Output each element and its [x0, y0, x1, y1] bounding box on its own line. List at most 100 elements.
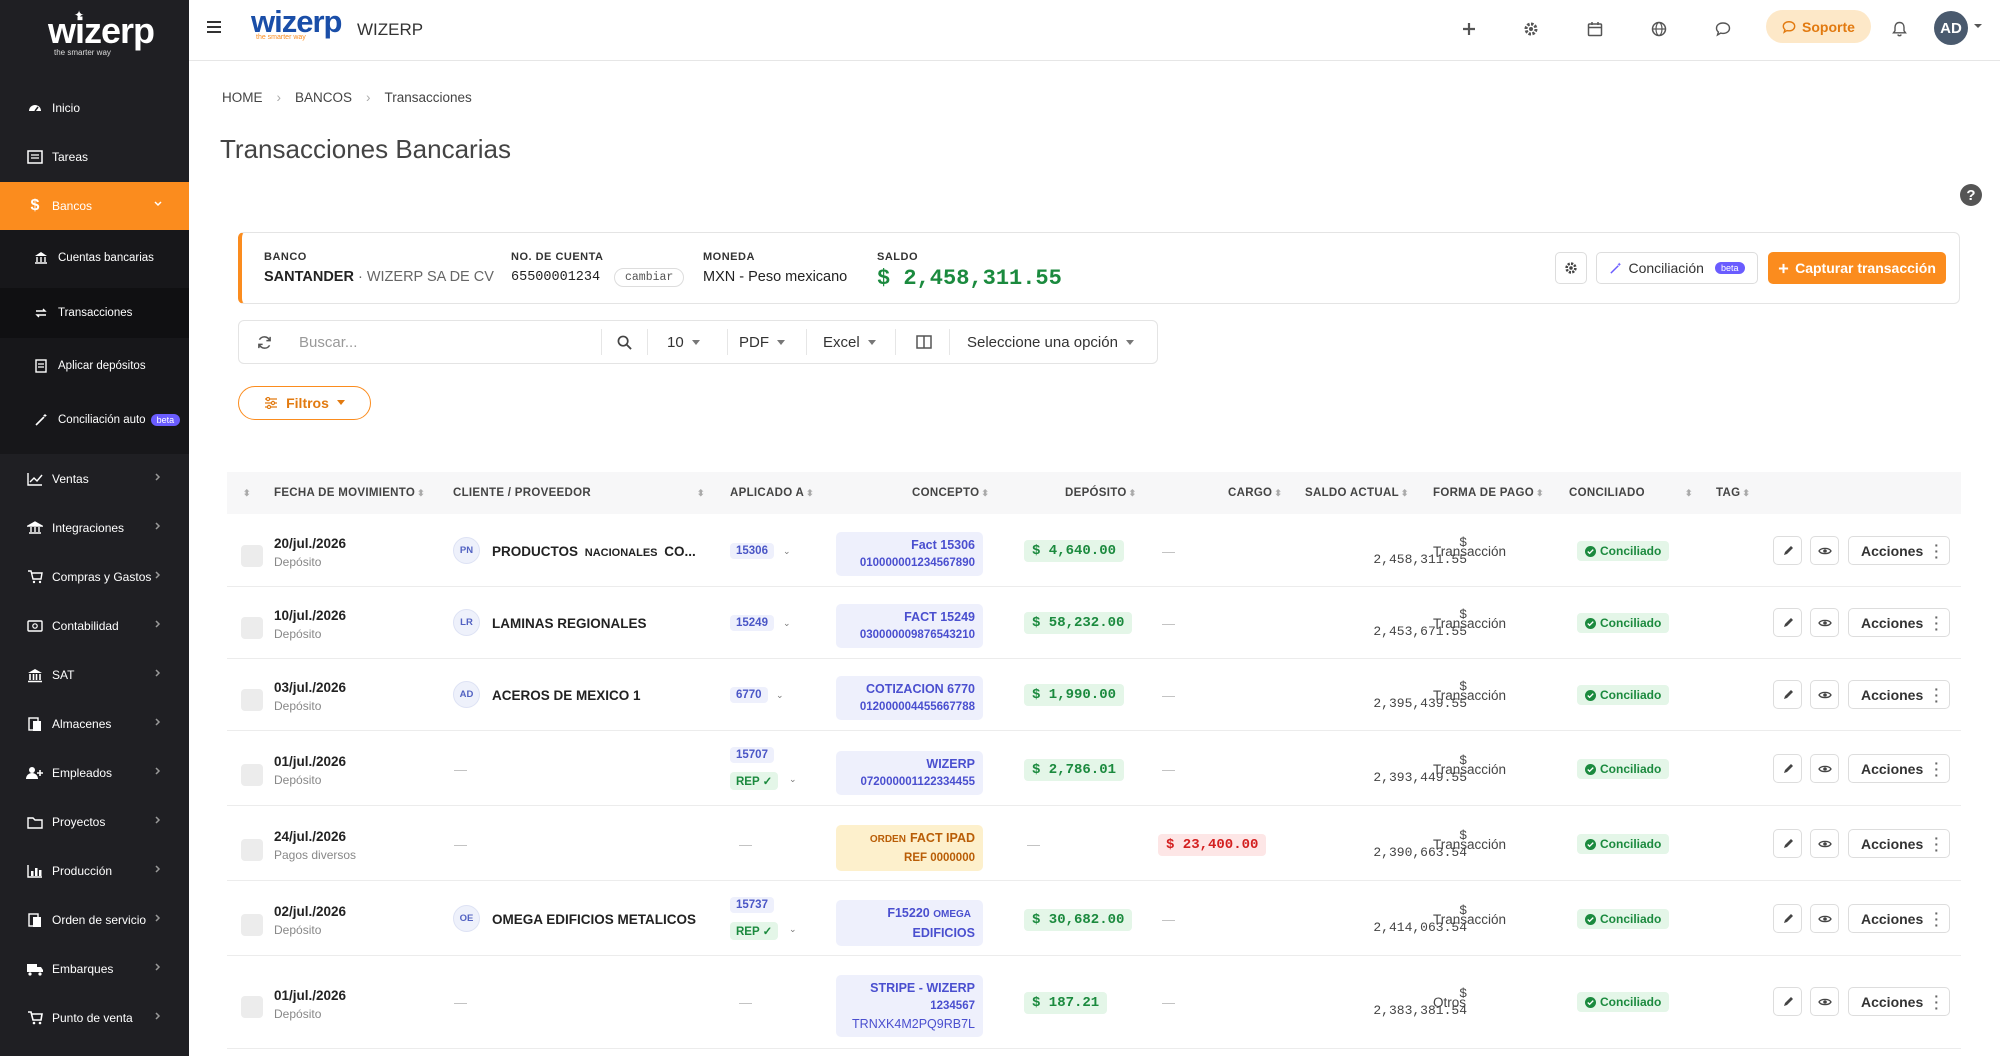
acciones-button[interactable]: Acciones · · ·: [1848, 754, 1950, 783]
edit-button[interactable]: [1773, 987, 1802, 1016]
view-button[interactable]: [1810, 987, 1839, 1016]
chevron-down-icon[interactable]: ⌄: [783, 618, 791, 629]
sidebar-subitem-aplicar[interactable]: Aplicar depósitos: [0, 342, 189, 390]
acciones-button[interactable]: Acciones · · ·: [1848, 608, 1950, 637]
sidebar-logo[interactable]: ✦ wizerp the smarter way: [0, 0, 189, 92]
breadcrumb-bancos[interactable]: BANCOS: [295, 90, 352, 105]
applied-badge[interactable]: 15249: [730, 615, 774, 631]
col-fecha[interactable]: FECHA DE MOVIMIENTO ⬍: [274, 487, 425, 499]
chevron-down-icon[interactable]: ⌄: [789, 774, 797, 785]
client-name[interactable]: ACEROS DE MEXICO 1: [492, 688, 641, 703]
edit-button[interactable]: [1773, 904, 1802, 933]
chevron-down-icon[interactable]: [1973, 22, 1983, 30]
col-forma[interactable]: FORMA DE PAGO ⬍: [1433, 487, 1544, 499]
sidebar-item-produccion[interactable]: Producción: [0, 847, 189, 895]
page-size-select[interactable]: 10: [667, 321, 700, 363]
sort-icon[interactable]: ⬍: [1683, 487, 1693, 499]
client-name[interactable]: PRODUCTOS NACIONALES CO...: [492, 544, 696, 559]
col-aplicado[interactable]: APLICADO A ⬍: [730, 487, 814, 499]
view-button[interactable]: [1810, 829, 1839, 858]
sidebar-subitem-cuentas[interactable]: Cuentas bancarias: [0, 234, 189, 282]
support-button[interactable]: Soporte: [1766, 10, 1871, 43]
view-button[interactable]: [1810, 680, 1839, 709]
columns-icon[interactable]: [916, 321, 932, 363]
sidebar-item-empleados[interactable]: Empleados: [0, 749, 189, 797]
table-row[interactable]: 01/jul./2026 Depósito — — STRIPE - WIZER…: [227, 956, 1961, 1049]
row-checkbox[interactable]: [241, 996, 263, 1018]
sidebar-item-integraciones[interactable]: Integraciones: [0, 504, 189, 552]
chevron-down-icon[interactable]: ⌄: [783, 546, 791, 557]
acciones-button[interactable]: Acciones · · ·: [1848, 680, 1950, 709]
sidebar-item-compras[interactable]: Compras y Gastos: [0, 553, 189, 601]
row-checkbox[interactable]: [241, 914, 263, 936]
hamburger-menu-icon[interactable]: [207, 21, 221, 33]
client-name[interactable]: LAMINAS REGIONALES: [492, 616, 647, 631]
acciones-button[interactable]: Acciones · · ·: [1848, 829, 1950, 858]
row-checkbox[interactable]: [241, 617, 263, 639]
sidebar-item-embarques[interactable]: Embarques: [0, 945, 189, 993]
row-checkbox[interactable]: [241, 689, 263, 711]
applied-badge[interactable]: 15306: [730, 543, 774, 559]
sidebar-item-bancos[interactable]: $ Bancos: [0, 182, 189, 230]
table-row[interactable]: 10/jul./2026 Depósito LR LAMINAS REGIONA…: [227, 587, 1961, 659]
applied-badge[interactable]: 15707: [730, 747, 774, 763]
avatar[interactable]: AD: [1934, 11, 1968, 45]
sidebar-item-orden-servicio[interactable]: Orden de servicio: [0, 896, 189, 944]
search-input[interactable]: [299, 329, 589, 355]
plus-icon[interactable]: [1457, 17, 1481, 41]
sidebar-item-contabilidad[interactable]: Contabilidad: [0, 602, 189, 650]
col-tag[interactable]: TAG ⬍: [1716, 487, 1750, 499]
sidebar-item-tareas[interactable]: Tareas: [0, 133, 189, 181]
sidebar-subitem-conciliacion[interactable]: Conciliación auto beta: [0, 396, 189, 444]
col-conciliado[interactable]: CONCILIADO: [1569, 487, 1645, 499]
help-icon[interactable]: ?: [1959, 183, 1983, 207]
settings-button[interactable]: [1555, 252, 1587, 284]
acciones-button[interactable]: Acciones · · ·: [1848, 904, 1950, 933]
col-saldo[interactable]: SALDO ACTUAL ⬍: [1305, 487, 1409, 499]
chevron-down-icon[interactable]: ⌄: [789, 924, 797, 935]
col-concepto[interactable]: CONCEPTO ⬍: [912, 487, 989, 499]
applied-badge[interactable]: 6770: [730, 687, 768, 703]
table-row[interactable]: 02/jul./2026 Depósito OE OMEGA EDIFICIOS…: [227, 881, 1961, 956]
sidebar-item-punto-venta[interactable]: Punto de venta: [0, 994, 189, 1042]
gear-icon[interactable]: [1519, 17, 1543, 41]
rep-badge[interactable]: REP ✓: [730, 922, 779, 940]
globe-icon[interactable]: [1647, 17, 1671, 41]
sidebar-item-sat[interactable]: SAT: [0, 651, 189, 699]
calendar-icon[interactable]: [1583, 17, 1607, 41]
filtros-button[interactable]: Filtros: [238, 386, 371, 420]
excel-export-button[interactable]: Excel: [823, 321, 876, 363]
client-name[interactable]: OMEGA EDIFICIOS METALICOS: [492, 912, 696, 927]
capturar-transaccion-button[interactable]: Capturar transacción: [1768, 252, 1946, 284]
breadcrumb-home[interactable]: HOME: [222, 90, 263, 105]
pdf-export-button[interactable]: PDF: [739, 321, 785, 363]
conciliacion-button[interactable]: Conciliación beta: [1596, 252, 1758, 284]
sidebar-item-ventas[interactable]: Ventas: [0, 455, 189, 503]
chat-icon[interactable]: [1711, 17, 1735, 41]
col-cargo[interactable]: CARGO ⬍: [1228, 487, 1282, 499]
edit-button[interactable]: [1773, 754, 1802, 783]
acciones-button[interactable]: Acciones · · ·: [1848, 987, 1950, 1016]
view-button[interactable]: [1810, 536, 1839, 565]
sort-icon[interactable]: ⬍: [695, 487, 705, 499]
col-cliente[interactable]: CLIENTE / PROVEEDOR: [453, 487, 591, 499]
table-row[interactable]: 20/jul./2026 Depósito PN PRODUCTOS NACIO…: [227, 515, 1961, 587]
view-button[interactable]: [1810, 754, 1839, 783]
row-checkbox[interactable]: [241, 839, 263, 861]
bell-icon[interactable]: [1887, 17, 1911, 41]
edit-button[interactable]: [1773, 829, 1802, 858]
row-checkbox[interactable]: [241, 545, 263, 567]
chevron-down-icon[interactable]: ⌄: [776, 690, 784, 701]
sidebar-item-inicio[interactable]: Inicio: [0, 84, 189, 132]
acciones-button[interactable]: Acciones · · ·: [1848, 536, 1950, 565]
view-button[interactable]: [1810, 608, 1839, 637]
edit-button[interactable]: [1773, 536, 1802, 565]
applied-badge[interactable]: 15737: [730, 897, 774, 913]
sidebar-subitem-transacciones[interactable]: Transacciones: [0, 288, 189, 338]
rep-badge[interactable]: REP ✓: [730, 772, 779, 790]
sort-icon[interactable]: ⬍: [241, 487, 251, 499]
table-row[interactable]: 03/jul./2026 Depósito AD ACEROS DE MEXIC…: [227, 659, 1961, 731]
table-row[interactable]: 01/jul./2026 Depósito — 15707 REP ✓ ⌄ WI…: [227, 731, 1961, 806]
sidebar-item-almacenes[interactable]: Almacenes: [0, 700, 189, 748]
cambiar-button[interactable]: cambiar: [614, 268, 685, 287]
